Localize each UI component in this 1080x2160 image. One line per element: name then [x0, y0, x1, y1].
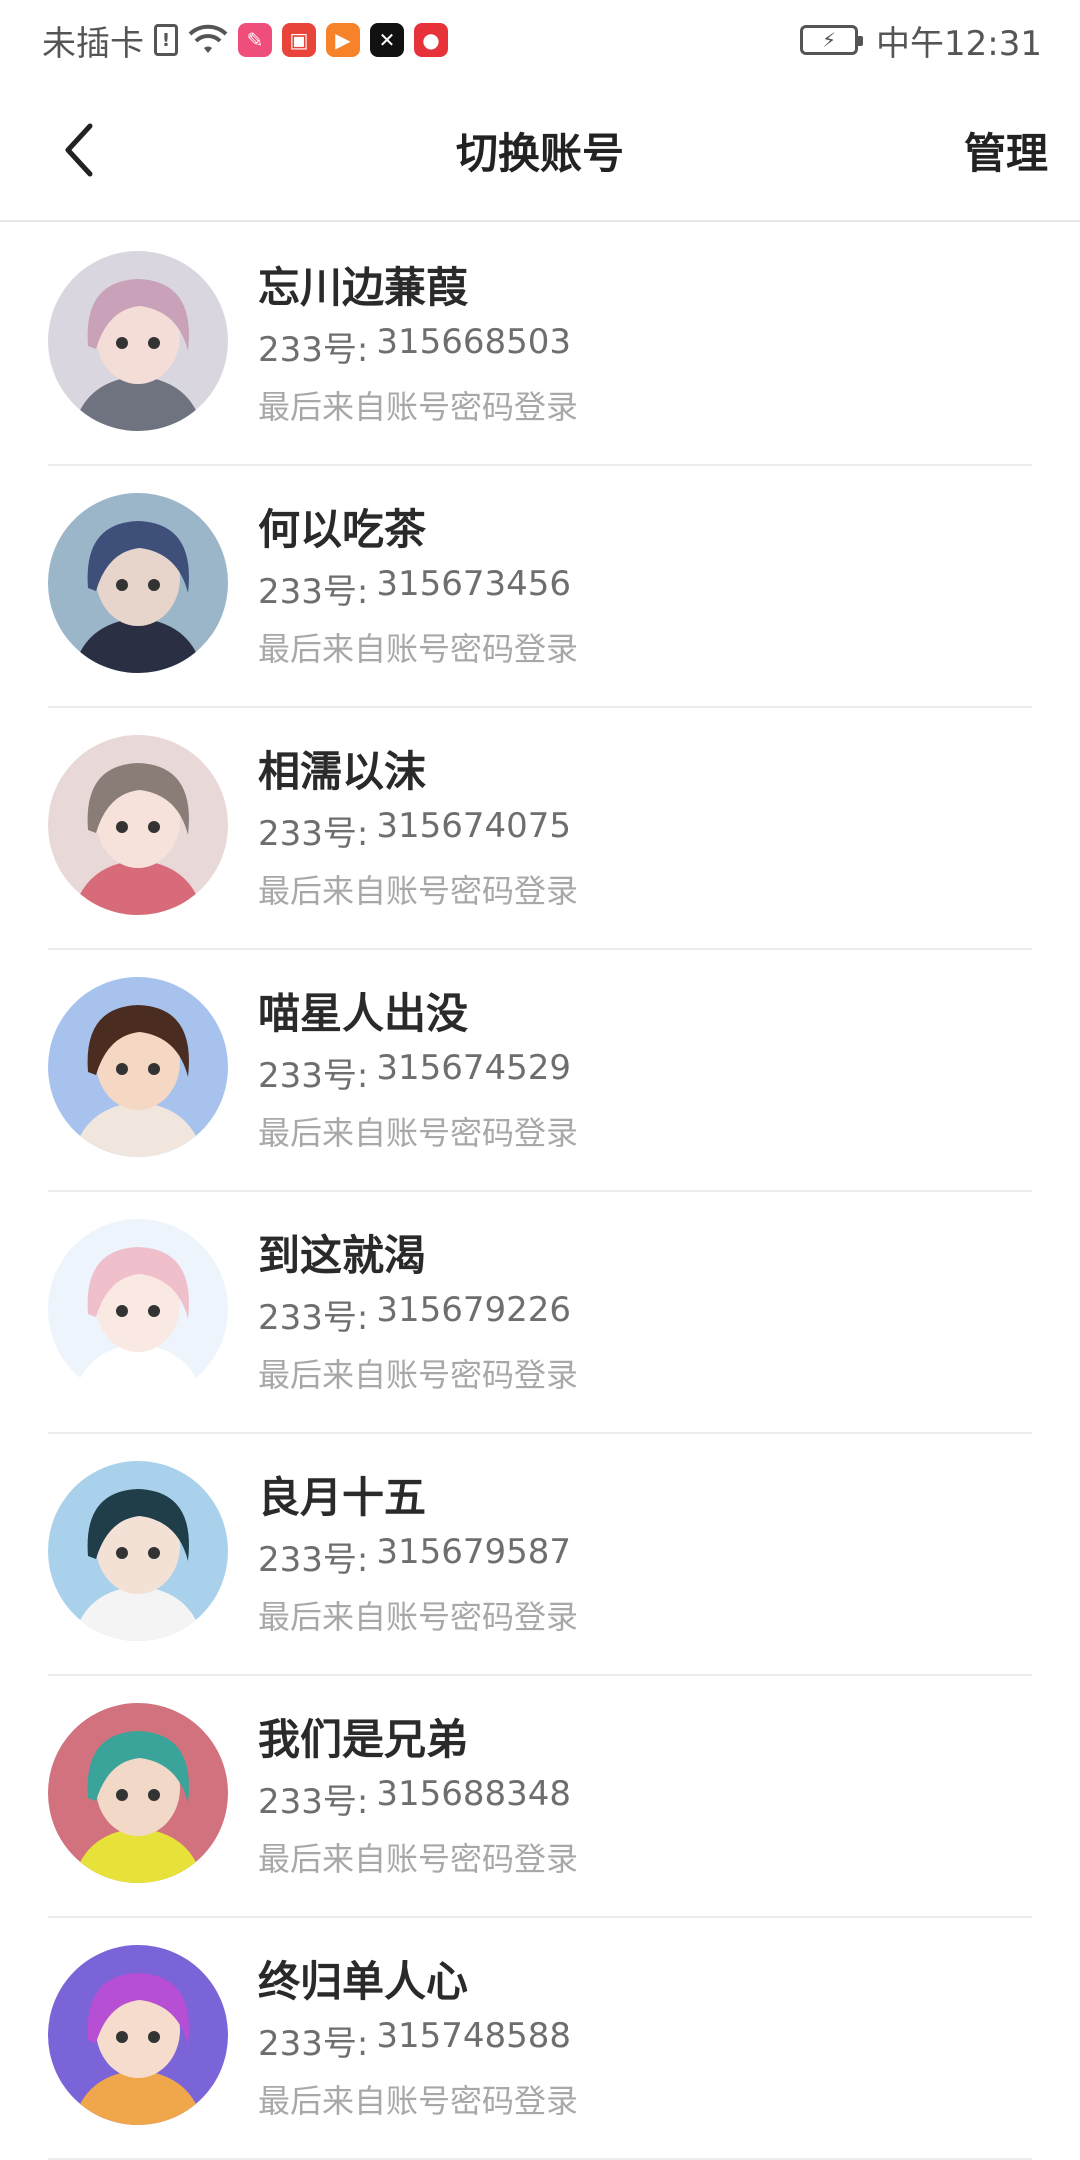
avatar — [48, 977, 228, 1157]
account-name: 喵星人出没 — [258, 989, 469, 1038]
account-id-number: 315679587 — [376, 1532, 572, 1572]
last-login-method: 最后来自账号密码登录 — [258, 1598, 579, 1636]
notification-icons: ✎ ▣ ▶ ✕ ● — [238, 23, 448, 57]
account-id: 233号: 315688348 — [258, 1774, 571, 1823]
capcut-app-icon: ✕ — [370, 23, 404, 57]
status-bar: 未插卡 ! ✎ ▣ ▶ ✕ ● ⚡ 中午12:31 — [0, 0, 1080, 80]
battery-charging-icon: ⚡ — [800, 25, 864, 55]
account-id: 233号: 315748588 — [258, 2016, 571, 2065]
last-login-method: 最后来自账号密码登录 — [258, 388, 579, 426]
wifi-icon — [188, 24, 228, 53]
last-login-method: 最后来自账号密码登录 — [258, 872, 579, 910]
account-row[interactable]: 何以吃茶 233号: 315673456 最后来自账号密码登录 — [0, 466, 1080, 708]
account-row[interactable]: 我们是兄弟 233号: 315688348 最后来自账号密码登录 — [0, 1676, 1080, 1918]
account-id: 233号: 315668503 — [258, 322, 571, 371]
avatar — [48, 1945, 228, 2125]
account-id-number: 315748588 — [376, 2016, 572, 2056]
account-id-number: 315668503 — [376, 322, 572, 362]
account-row[interactable]: 终归单人心 233号: 315748588 最后来自账号密码登录 — [0, 1918, 1080, 2160]
avatar — [48, 251, 228, 431]
location-app-icon: ● — [414, 23, 448, 57]
account-name: 良月十五 — [258, 1473, 427, 1522]
account-id-prefix: 233号: — [258, 1298, 369, 1338]
account-row[interactable]: 良月十五 233号: 315679587 最后来自账号密码登录 — [0, 1434, 1080, 1676]
last-login-method: 最后来自账号密码登录 — [258, 630, 579, 668]
avatar — [48, 493, 228, 673]
account-list: 忘川边蒹葭 233号: 315668503 最后来自账号密码登录 何以吃茶 233号: 31… — [0, 224, 1080, 2160]
video-app-icon: ▣ — [282, 23, 316, 57]
note-app-icon: ✎ — [238, 23, 272, 57]
account-id: 233号: 315679587 — [258, 1532, 571, 1581]
account-id-number: 315674529 — [376, 1048, 572, 1088]
page-title: 切换账号 — [455, 129, 624, 178]
account-id-prefix: 233号: — [258, 814, 369, 854]
account-id: 233号: 315674529 — [258, 1048, 571, 1097]
no-sim-icon: ! — [154, 24, 178, 56]
account-id: 233号: 315673456 — [258, 564, 571, 613]
account-id-number: 315688348 — [376, 1774, 572, 1814]
account-name: 终归单人心 — [258, 1957, 469, 2006]
account-id-number: 315673456 — [376, 564, 572, 604]
clock: 中午12:31 — [876, 23, 1042, 64]
account-name: 到这就渴 — [258, 1231, 427, 1280]
last-login-method: 最后来自账号密码登录 — [258, 2082, 579, 2120]
avatar — [48, 1219, 228, 1399]
nav-bar: 切换账号 管理 — [0, 80, 1080, 222]
account-id-prefix: 233号: — [258, 1056, 369, 1096]
play-app-icon: ▶ — [326, 23, 360, 57]
account-id: 233号: 315679226 — [258, 1290, 571, 1339]
manage-button[interactable]: 管理 — [964, 120, 1048, 181]
account-name: 我们是兄弟 — [258, 1715, 469, 1764]
avatar — [48, 1461, 228, 1641]
account-row[interactable]: 忘川边蒹葭 233号: 315668503 最后来自账号密码登录 — [0, 224, 1080, 466]
account-id-prefix: 233号: — [258, 330, 369, 370]
account-id-prefix: 233号: — [258, 2024, 369, 2064]
last-login-method: 最后来自账号密码登录 — [258, 1356, 579, 1394]
account-row[interactable]: 喵星人出没 233号: 315674529 最后来自账号密码登录 — [0, 950, 1080, 1192]
account-name: 忘川边蒹葭 — [258, 263, 469, 312]
account-id: 233号: 315674075 — [258, 806, 571, 855]
account-id-number: 315674075 — [376, 806, 572, 846]
last-login-method: 最后来自账号密码登录 — [258, 1840, 579, 1878]
account-name: 相濡以沫 — [258, 747, 427, 796]
account-row[interactable]: 到这就渴 233号: 315679226 最后来自账号密码登录 — [0, 1192, 1080, 1434]
avatar — [48, 1703, 228, 1883]
last-login-method: 最后来自账号密码登录 — [258, 1114, 579, 1152]
account-id-prefix: 233号: — [258, 572, 369, 612]
account-name: 何以吃茶 — [258, 505, 427, 554]
account-id-number: 315679226 — [376, 1290, 572, 1330]
status-bar-left: 未插卡 ! ✎ ▣ ▶ ✕ ● — [42, 16, 448, 65]
account-row[interactable]: 相濡以沫 233号: 315674075 最后来自账号密码登录 — [0, 708, 1080, 950]
account-id-prefix: 233号: — [258, 1782, 369, 1822]
avatar — [48, 735, 228, 915]
carrier-label: 未插卡 — [42, 23, 144, 64]
status-bar-right: ⚡ 中午12:31 — [800, 16, 1042, 65]
account-id-prefix: 233号: — [258, 1540, 369, 1580]
